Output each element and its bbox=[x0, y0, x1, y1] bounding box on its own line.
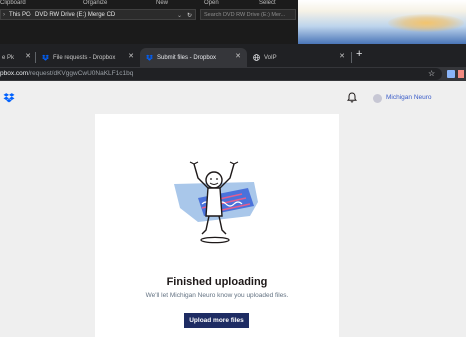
refresh-icon[interactable]: ↻ bbox=[187, 12, 192, 19]
wallpaper-sunset bbox=[388, 14, 464, 32]
bookmark-star-icon[interactable]: ☆ bbox=[428, 69, 435, 78]
account-name[interactable]: Michigan Neuro bbox=[386, 94, 432, 101]
screen: Clipboard Organize New Open Select › Thi… bbox=[0, 0, 466, 337]
dropbox-favicon-icon bbox=[146, 54, 153, 61]
url-host: pbox.com bbox=[0, 70, 29, 77]
extension-icon[interactable] bbox=[447, 70, 455, 78]
avatar[interactable] bbox=[373, 94, 382, 103]
upload-more-files-button[interactable]: Upload more files bbox=[184, 313, 249, 328]
upload-complete-card: Finished uploading We'll let Michigan Ne… bbox=[95, 114, 339, 337]
chevron-right-icon: › bbox=[29, 12, 31, 18]
file-explorer-window: Clipboard Organize New Open Select › Thi… bbox=[0, 0, 298, 44]
tab-file-requests[interactable]: File requests - Dropbox ✕ bbox=[36, 48, 140, 67]
ribbon-new[interactable]: New bbox=[156, 0, 168, 6]
tab-label: File requests - Dropbox bbox=[53, 54, 116, 61]
tab-label: Submit files - Dropbox bbox=[157, 54, 217, 61]
explorer-address-bar[interactable]: › This PC › DVD RW Drive (E:) Merge CD ⌄… bbox=[0, 9, 196, 20]
page-title: Finished uploading bbox=[166, 276, 268, 288]
tab-voip[interactable]: VoIP ✕ bbox=[247, 48, 351, 67]
new-tab-plus-icon[interactable]: + bbox=[356, 48, 362, 60]
crumb-this-pc[interactable]: This PC bbox=[9, 12, 30, 18]
ribbon-open[interactable]: Open bbox=[204, 0, 219, 6]
chevron-right-icon: › bbox=[3, 12, 5, 18]
tab-separator bbox=[351, 52, 352, 63]
browser-toolbar: pbox.com/request/dKVggwCwU0NaKLF1c1bq ☆ bbox=[0, 67, 466, 81]
explorer-ribbon-labels: Clipboard Organize New Open Select bbox=[0, 0, 298, 7]
close-icon[interactable]: ✕ bbox=[128, 52, 134, 60]
celebrating-figure-illustration bbox=[174, 161, 258, 244]
explorer-search-input[interactable]: Search DVD RW Drive (E:) Mer... bbox=[200, 9, 296, 20]
dropbox-logo-icon[interactable] bbox=[3, 92, 15, 103]
desktop-wallpaper bbox=[298, 0, 466, 44]
extension-icon[interactable] bbox=[458, 70, 464, 78]
chevron-down-icon[interactable]: ⌄ bbox=[177, 12, 182, 19]
dropbox-page: Michigan Neuro Finished uploading We'll … bbox=[0, 81, 466, 337]
ribbon-organize[interactable]: Organize bbox=[83, 0, 107, 6]
ribbon-select[interactable]: Select bbox=[259, 0, 276, 6]
url-text: pbox.com/request/dKVggwCwU0NaKLF1c1bq bbox=[0, 70, 133, 77]
browser-tab-strip: e Pk ✕ File requests - Dropbox ✕ Submit … bbox=[0, 44, 466, 67]
dropbox-favicon-icon bbox=[42, 54, 49, 61]
close-icon[interactable]: ✕ bbox=[235, 52, 241, 60]
address-bar[interactable]: pbox.com/request/dKVggwCwU0NaKLF1c1bq ☆ bbox=[0, 68, 442, 80]
close-icon[interactable]: ✕ bbox=[339, 52, 345, 60]
tab-submit-files[interactable]: Submit files - Dropbox ✕ bbox=[140, 48, 247, 67]
tab-label: VoIP bbox=[264, 54, 277, 61]
ribbon-clipboard[interactable]: Clipboard bbox=[0, 0, 26, 6]
close-icon[interactable]: ✕ bbox=[25, 52, 31, 60]
bell-icon[interactable] bbox=[347, 92, 357, 103]
globe-icon bbox=[253, 54, 260, 61]
tab-label: e Pk bbox=[2, 54, 15, 61]
tab-previous[interactable]: e Pk ✕ bbox=[0, 48, 34, 67]
url-path: /request/dKVggwCwU0NaKLF1c1bq bbox=[28, 70, 134, 77]
crumb-drive[interactable]: DVD RW Drive (E:) Merge CD bbox=[35, 12, 115, 18]
confirmation-text: We'll let Michigan Neuro know you upload… bbox=[145, 292, 289, 299]
